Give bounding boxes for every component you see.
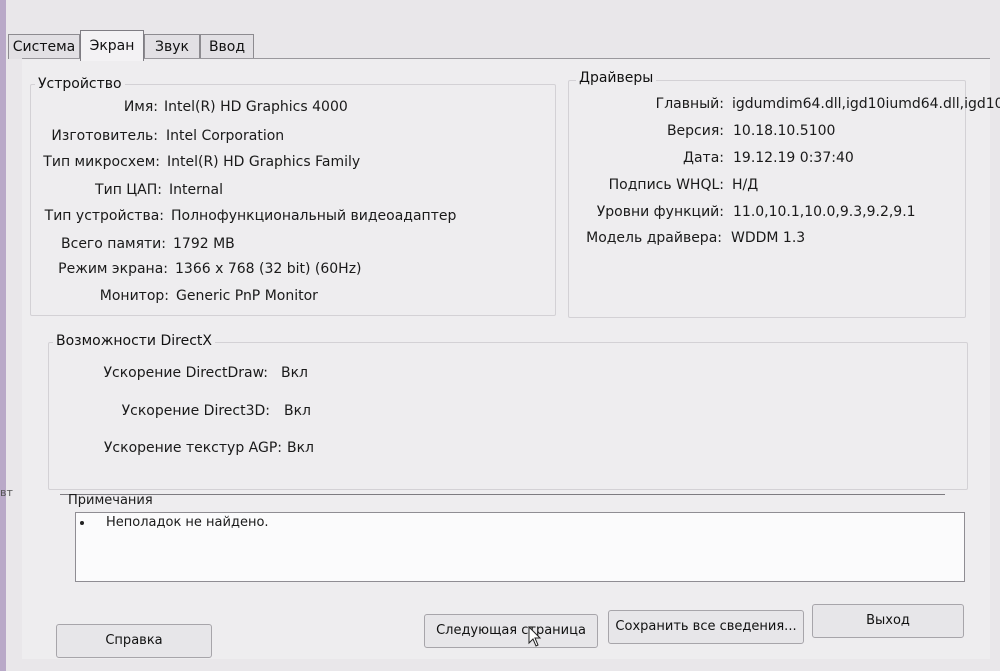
next-page-button[interactable]: Следующая страница — [424, 614, 598, 648]
dac-type-label: Тип ЦАП: — [95, 182, 162, 198]
directdraw-value: Вкл — [281, 365, 309, 381]
help-button[interactable]: Справка — [56, 624, 212, 658]
device-name-value: Intel(R) HD Graphics 4000 — [164, 99, 348, 115]
tab-bar: Система Экран Звук Ввод — [6, 30, 1000, 61]
notes-divider — [60, 494, 945, 495]
driver-date-label: Дата: — [683, 150, 724, 166]
driver-version-value: 10.18.10.5100 — [733, 123, 836, 139]
main-driver-label: Главный: — [655, 96, 724, 112]
manufacturer-label: Изготовитель: — [51, 128, 158, 144]
chip-type-value: Intel(R) HD Graphics Family — [167, 154, 361, 170]
directx-group-title: Возможности DirectX — [53, 333, 215, 349]
whql-label: Подпись WHQL: — [608, 177, 724, 193]
exit-button[interactable]: Выход — [812, 604, 964, 638]
device-type-value: Полнофункциональный видеоадаптер — [171, 208, 457, 224]
device-name-label: Имя: — [123, 99, 158, 115]
agp-value: Вкл — [287, 440, 315, 456]
feature-levels-value: 11.0,10.1,10.0,9.3,9.2,9.1 — [733, 204, 916, 220]
drivers-group-title: Драйверы — [576, 70, 657, 86]
chip-type-label: Тип микросхем: — [43, 154, 160, 170]
notes-item: Неполадок не найдено. — [106, 515, 269, 530]
tab-sound[interactable]: Звук — [144, 34, 200, 59]
total-memory-value: 1792 MB — [173, 236, 235, 252]
dac-type-value: Internal — [169, 182, 223, 198]
direct3d-value: Вкл — [284, 403, 312, 419]
tab-system[interactable]: Система — [8, 34, 80, 59]
display-mode-value: 1366 x 768 (32 bit) (60Hz) — [175, 261, 362, 277]
desktop-edge — [0, 0, 6, 671]
save-all-button[interactable]: Сохранить все сведения... — [608, 610, 804, 644]
driver-version-label: Версия: — [666, 123, 724, 139]
device-group — [30, 84, 556, 316]
total-memory-label: Всего памяти: — [61, 236, 166, 252]
notes-title: Примечания — [68, 493, 153, 508]
driver-date-value: 19.12.19 0:37:40 — [733, 150, 854, 166]
manufacturer-value: Intel Corporation — [166, 128, 285, 144]
tab-display[interactable]: Экран — [80, 30, 144, 61]
device-type-label: Тип устройства: — [44, 208, 164, 224]
mouse-cursor-icon — [528, 626, 542, 647]
bullet-icon — [80, 521, 84, 525]
display-mode-label: Режим экрана: — [58, 261, 168, 277]
tab-input[interactable]: Ввод — [200, 34, 254, 59]
drivers-group — [568, 80, 966, 318]
whql-value: Н/Д — [732, 177, 759, 193]
feature-levels-label: Уровни функций: — [596, 204, 724, 220]
monitor-value: Generic PnP Monitor — [176, 288, 318, 304]
agp-label: Ускорение текстур AGP: — [103, 440, 282, 456]
directdraw-label: Ускорение DirectDraw: — [103, 365, 269, 381]
driver-model-label: Модель драйвера: — [586, 230, 722, 246]
device-group-title: Устройство — [35, 76, 125, 92]
notes-box[interactable]: Неполадок не найдено. — [75, 512, 965, 582]
driver-model-value: WDDM 1.3 — [731, 230, 806, 246]
desktop-text: вт — [0, 486, 13, 499]
main-driver-value: igdumdim64.dll,igd10iumd64.dll,igd10 — [732, 96, 1000, 112]
direct3d-label: Ускорение Direct3D: — [121, 403, 270, 419]
monitor-label: Монитор: — [99, 288, 169, 304]
